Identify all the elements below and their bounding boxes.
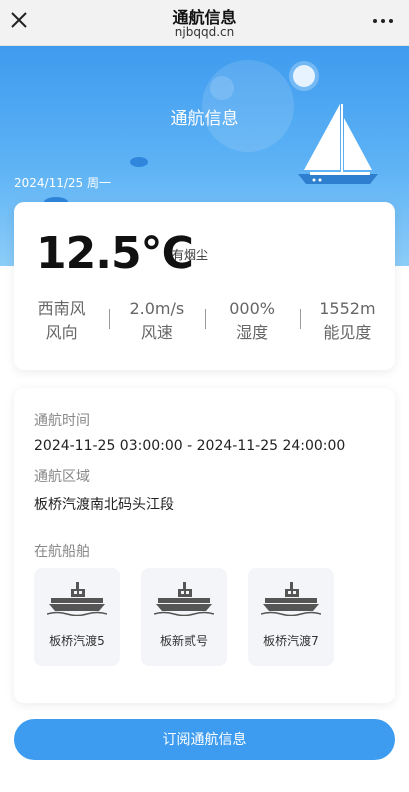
stat-label: 能见度 xyxy=(323,323,372,342)
weather-card: 12.5℃ 有烟尘 西南风 风向 2.0m/s 风速 000% 湿度 1552m… xyxy=(14,202,395,370)
hero-date: 2024/11/25 周一 xyxy=(14,176,111,190)
stat-visibility: 1552m 能见度 xyxy=(299,297,395,345)
weather-condition: 有烟尘 xyxy=(172,248,209,262)
hero-title: 通航信息 xyxy=(170,109,239,129)
navigation-time-label: 通航时间 xyxy=(34,413,90,429)
browser-domain: njbqqd.cn xyxy=(174,25,235,39)
navigation-time-value: 2024-11-25 03:00:00 - 2024-11-25 24:00:0… xyxy=(34,438,346,454)
ship-name: 板桥汽渡5 xyxy=(49,634,105,648)
weather-stats: 西南风 风向 2.0m/s 风速 000% 湿度 1552m 能见度 xyxy=(14,297,395,345)
stat-humidity: 000% 湿度 xyxy=(204,297,300,345)
more-options-icon[interactable] xyxy=(373,14,395,28)
ferry-icon xyxy=(261,582,321,616)
ship-card[interactable]: 板桥汽渡5 xyxy=(34,568,120,666)
stat-label: 风向 xyxy=(45,323,78,342)
browser-top-bar: 通航信息 njbqqd.cn xyxy=(0,0,409,46)
stat-label: 风速 xyxy=(140,323,173,342)
stat-value: 000% xyxy=(229,299,275,318)
stat-label: 湿度 xyxy=(236,323,269,342)
ferry-icon xyxy=(154,582,214,616)
stat-value: 1552m xyxy=(319,299,376,318)
ships-underway-label: 在航船舶 xyxy=(34,544,90,560)
stat-value: 西南风 xyxy=(37,299,86,318)
navigation-area-value: 板桥汽渡南北码头江段 xyxy=(34,497,174,513)
ship-card[interactable]: 板新贰号 xyxy=(141,568,227,666)
stat-wind-direction: 西南风 风向 xyxy=(14,297,109,345)
ship-name: 板桥汽渡7 xyxy=(263,634,319,648)
navigation-info-card: 通航时间 2024-11-25 03:00:00 - 2024-11-25 24… xyxy=(14,388,395,703)
ship-name: 板新贰号 xyxy=(159,634,208,648)
temperature: 12.5℃ xyxy=(36,228,194,279)
stat-value: 2.0m/s xyxy=(129,299,185,318)
subscribe-button[interactable]: 订阅通航信息 xyxy=(14,719,395,760)
ship-list: 板桥汽渡5 板新贰号 板桥汽渡7 xyxy=(34,568,334,666)
stat-wind-speed: 2.0m/s 风速 xyxy=(109,297,204,345)
ferry-icon xyxy=(47,582,107,616)
navigation-area-label: 通航区域 xyxy=(34,469,90,485)
ship-card[interactable]: 板桥汽渡7 xyxy=(248,568,334,666)
